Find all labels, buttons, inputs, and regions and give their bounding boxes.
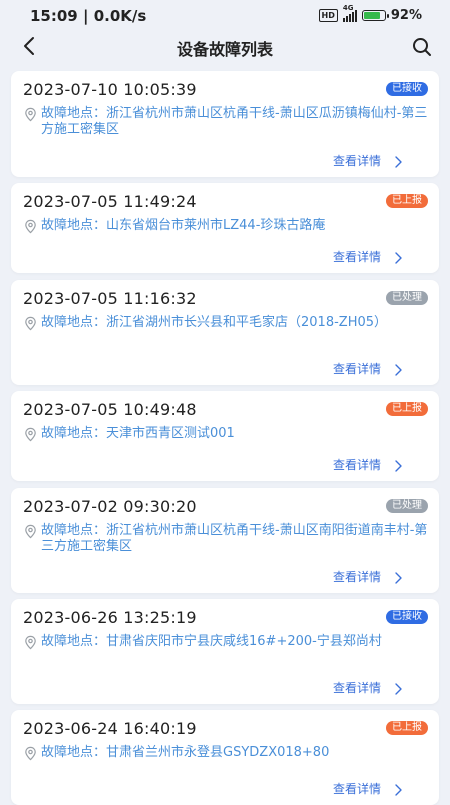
location-text: 故障地点：天津市西青区测试001 (41, 426, 235, 442)
location-prefix: 故障地点： (41, 106, 107, 121)
fault-location: 故障地点：甘肃省庆阳市宁县庆咸线16#+200-宁县郑尚村 (23, 634, 433, 650)
fault-time: 2023-07-10 10:05:39 (23, 80, 197, 99)
view-detail-link[interactable]: 查看详情 (333, 360, 381, 377)
battery-percent: 92% (390, 8, 422, 23)
fault-card[interactable]: 2023-07-05 10:49:48 已上报 故障地点：天津市西青区测试001… (11, 391, 439, 481)
location-text: 故障地点：甘肃省庆阳市宁县庆咸线16#+200-宁县郑尚村 (41, 634, 382, 650)
view-detail-link[interactable]: 查看详情 (333, 248, 381, 265)
page-title: 设备故障列表 (176, 40, 273, 59)
chevron-right-icon[interactable] (393, 682, 405, 696)
fault-location: 故障地点：浙江省杭州市萧山区杭甬干线-萧山区南阳街道南丰村-第三方施工密集区 (23, 523, 433, 555)
hd-icon: HD (318, 9, 338, 22)
location-value: 浙江省湖州市长兴县和平毛家店（2018-ZH05） (106, 315, 388, 330)
location-pin-icon (25, 107, 36, 122)
battery-icon (361, 10, 389, 21)
location-value: 天津市西青区测试001 (106, 426, 235, 441)
location-value: 甘肃省兰州市永登县GSYDZX018+80 (106, 745, 330, 760)
location-value: 甘肃省庆阳市宁县庆咸线16#+200-宁县郑尚村 (106, 634, 382, 649)
location-text: 故障地点：浙江省杭州市萧山区杭甬干线-萧山区南阳街道南丰村-第三方施工密集区 (41, 523, 433, 555)
location-prefix: 故障地点： (41, 523, 107, 538)
location-pin-icon (25, 219, 36, 234)
location-pin-icon (25, 635, 36, 650)
status-badge: 已上报 (386, 194, 428, 208)
fault-card[interactable]: 2023-07-05 11:49:24 已上报 故障地点：山东省烟台市莱州市LZ… (11, 183, 439, 273)
status-badge: 已接收 (386, 82, 428, 96)
fault-time: 2023-06-26 13:25:19 (23, 608, 197, 627)
fault-time: 2023-07-05 10:49:48 (23, 400, 197, 419)
fault-location: 故障地点：浙江省杭州市萧山区杭甬干线-萧山区瓜沥镇梅仙村-第三方施工密集区 (23, 106, 433, 138)
status-badge: 已接收 (386, 610, 428, 624)
location-prefix: 故障地点： (41, 426, 107, 441)
view-detail-link[interactable]: 查看详情 (333, 568, 381, 585)
status-badge: 已处理 (386, 291, 428, 305)
location-text: 故障地点：甘肃省兰州市永登县GSYDZX018+80 (41, 745, 329, 761)
search-icon[interactable] (410, 35, 434, 59)
location-prefix: 故障地点： (41, 218, 107, 233)
location-pin-icon (25, 524, 36, 539)
chevron-right-icon[interactable] (393, 251, 405, 265)
view-detail-link[interactable]: 查看详情 (333, 456, 381, 473)
fault-time: 2023-06-24 16:40:19 (23, 719, 197, 738)
fault-card[interactable]: 2023-07-05 11:16:32 已处理 故障地点：浙江省湖州市长兴县和平… (11, 280, 439, 385)
status-badge: 已上报 (386, 402, 428, 416)
location-pin-icon (25, 316, 36, 331)
status-time: 15:09 | 0.0K/s (30, 7, 147, 25)
location-pin-icon (25, 427, 36, 442)
fault-time: 2023-07-05 11:49:24 (23, 192, 197, 211)
view-detail-link[interactable]: 查看详情 (333, 679, 381, 696)
view-detail-link[interactable]: 查看详情 (333, 780, 381, 797)
location-prefix: 故障地点： (41, 634, 107, 649)
chevron-right-icon[interactable] (393, 459, 405, 473)
chevron-right-icon[interactable] (393, 571, 405, 585)
fault-card[interactable]: 2023-07-10 10:05:39 已接收 故障地点：浙江省杭州市萧山区杭甬… (11, 71, 439, 177)
fault-location: 故障地点：浙江省湖州市长兴县和平毛家店（2018-ZH05） (23, 315, 433, 331)
status-badge: 已处理 (386, 499, 428, 513)
fault-time: 2023-07-02 09:30:20 (23, 497, 197, 516)
fault-location: 故障地点：山东省烟台市莱州市LZ44-珍珠古路庵 (23, 218, 433, 234)
chevron-right-icon[interactable] (393, 363, 405, 377)
location-text: 故障地点：浙江省湖州市长兴县和平毛家店（2018-ZH05） (41, 315, 387, 331)
location-text: 故障地点：浙江省杭州市萧山区杭甬干线-萧山区瓜沥镇梅仙村-第三方施工密集区 (41, 106, 433, 138)
signal-icon: 4G (342, 4, 357, 22)
network-type: 4G (342, 3, 354, 12)
location-text: 故障地点：山东省烟台市莱州市LZ44-珍珠古路庵 (41, 218, 325, 234)
location-value: 山东省烟台市莱州市LZ44-珍珠古路庵 (106, 218, 326, 233)
status-badge: 已上报 (386, 721, 428, 735)
status-icons: HD 4G 92% (318, 4, 422, 23)
fault-card[interactable]: 2023-06-24 16:40:19 已上报 故障地点：甘肃省兰州市永登县GS… (11, 710, 439, 805)
location-prefix: 故障地点： (41, 745, 107, 760)
fault-card[interactable]: 2023-06-26 13:25:19 已接收 故障地点：甘肃省庆阳市宁县庆咸线… (11, 599, 439, 704)
location-prefix: 故障地点： (41, 315, 107, 330)
chevron-right-icon[interactable] (393, 783, 405, 797)
fault-location: 故障地点：天津市西青区测试001 (23, 426, 433, 442)
view-detail-link[interactable]: 查看详情 (333, 152, 381, 169)
nav-bar: 设备故障列表 (0, 32, 450, 62)
fault-location: 故障地点：甘肃省兰州市永登县GSYDZX018+80 (23, 745, 433, 761)
chevron-right-icon[interactable] (393, 155, 405, 169)
fault-time: 2023-07-05 11:16:32 (23, 289, 197, 308)
fault-card[interactable]: 2023-07-02 09:30:20 已处理 故障地点：浙江省杭州市萧山区杭甬… (11, 488, 439, 593)
location-pin-icon (25, 746, 36, 761)
status-bar: 15:09 | 0.0K/s HD 4G 92% (0, 0, 450, 32)
